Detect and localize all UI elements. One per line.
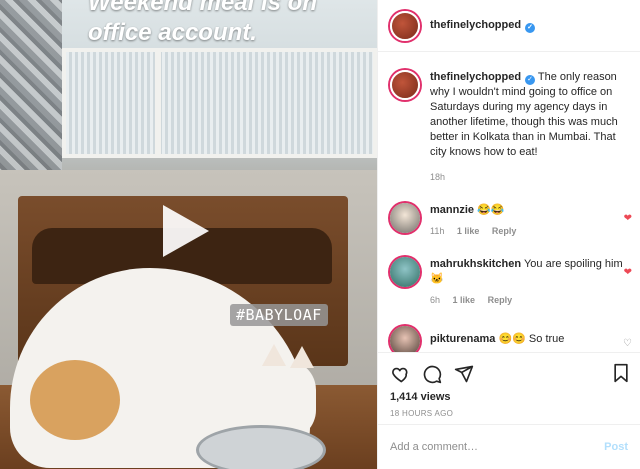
- verified-badge-icon: ✓: [525, 75, 536, 85]
- comment-meta: 6h 1 like Reply: [430, 293, 626, 308]
- cat-ear: [262, 344, 286, 366]
- cat-patch: [30, 360, 120, 440]
- save-bookmark-icon[interactable]: [612, 363, 630, 383]
- caption-username[interactable]: thefinelychopped: [430, 71, 521, 83]
- post-comment-button[interactable]: Post: [604, 441, 628, 453]
- comment-username[interactable]: mannzie: [430, 204, 474, 216]
- comment-row: pikturenama 😊😊 So true ♡: [378, 326, 640, 352]
- caption-body: thefinelychopped ✓ The only reason why I …: [430, 70, 628, 185]
- post-actions: 1,414 views 18 HOURS AGO: [378, 352, 640, 422]
- comment-body: pikturenama 😊😊 So true: [430, 326, 626, 352]
- comment-username[interactable]: mahrukhskitchen: [430, 258, 521, 270]
- overlay-line: Weekend meal is on: [88, 0, 317, 16]
- comment-row: mannzie 😂😂 11h 1 like Reply ❤: [378, 203, 640, 239]
- share-icon[interactable]: [454, 364, 474, 384]
- comment-text: 😊😊 So true: [498, 333, 565, 345]
- like-heart-icon[interactable]: [390, 364, 410, 384]
- comment-time[interactable]: 11h: [430, 226, 444, 236]
- comment-input[interactable]: [390, 441, 590, 453]
- post-timestamp[interactable]: 18 HOURS AGO: [390, 409, 628, 418]
- comment-body: mahrukhskitchen You are spoiling him🐱 6h…: [430, 257, 626, 308]
- window-frame: [155, 48, 161, 158]
- header-username-text[interactable]: thefinelychopped: [430, 19, 521, 31]
- overlay-line: office account.: [88, 19, 257, 46]
- comment-icon[interactable]: [422, 364, 442, 384]
- play-icon[interactable]: [163, 205, 209, 257]
- avatar[interactable]: [390, 257, 420, 287]
- comment-row: mahrukhskitchen You are spoiling him🐱 6h…: [378, 257, 640, 308]
- reply-button[interactable]: Reply: [492, 226, 517, 236]
- caption-time[interactable]: 18h: [430, 170, 628, 185]
- caption-text: The only reason why I wouldn't mind goin…: [430, 71, 618, 158]
- instagram-post-modal: Weekend meal is on office account. #BABY…: [0, 0, 640, 469]
- reply-button[interactable]: Reply: [488, 295, 513, 305]
- hashtag-sticker: #BABYLOAF: [230, 304, 328, 326]
- caption: thefinelychopped ✓ The only reason why I …: [378, 60, 640, 185]
- action-icons: [390, 361, 628, 387]
- add-comment-bar: Post: [378, 424, 640, 469]
- comments-thread[interactable]: thefinelychopped ✓ The only reason why I …: [378, 60, 640, 352]
- comment-meta: 11h 1 like Reply: [430, 224, 626, 239]
- avatar[interactable]: [390, 203, 420, 233]
- liked-heart-icon[interactable]: ❤: [624, 213, 632, 224]
- like-heart-icon[interactable]: ♡: [623, 338, 632, 349]
- comment-time[interactable]: 6h: [430, 295, 440, 305]
- post-header: thefinelychopped ✓: [378, 0, 640, 52]
- avatar[interactable]: [390, 326, 420, 352]
- comment-text: 😂😂: [477, 204, 505, 216]
- comment-likes[interactable]: 1 like: [453, 295, 476, 305]
- video-caption-overlay: Weekend meal is on office account.: [88, 0, 377, 48]
- food-bowl: [196, 425, 326, 469]
- video-player[interactable]: Weekend meal is on office account. #BABY…: [0, 0, 377, 469]
- comment-body: mannzie 😂😂 11h 1 like Reply: [430, 203, 626, 239]
- cat-ear: [290, 346, 314, 368]
- comment-username[interactable]: pikturenama: [430, 333, 495, 345]
- post-side-panel: thefinelychopped ✓ thefinelychopped ✓ The …: [377, 0, 640, 469]
- view-count[interactable]: 1,414 views: [390, 391, 628, 403]
- header-username[interactable]: thefinelychopped ✓: [430, 19, 536, 33]
- window-grill: [62, 48, 377, 158]
- avatar[interactable]: [390, 70, 420, 100]
- verified-badge-icon: ✓: [525, 22, 536, 33]
- curtain: [0, 0, 62, 185]
- comment-likes[interactable]: 1 like: [457, 226, 480, 236]
- avatar[interactable]: [390, 10, 420, 41]
- liked-heart-icon[interactable]: ❤: [624, 267, 632, 278]
